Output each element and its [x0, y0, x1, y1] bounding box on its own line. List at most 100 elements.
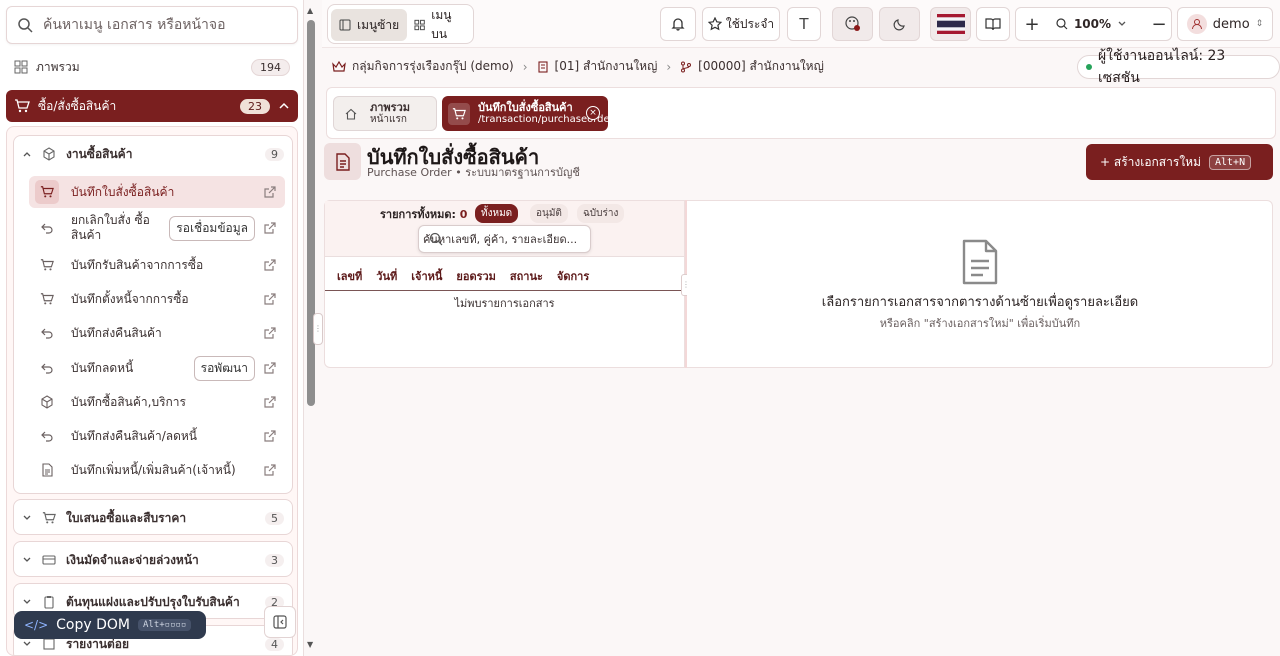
- dark-mode-button[interactable]: [879, 7, 920, 41]
- external-link-icon[interactable]: [263, 395, 277, 409]
- scrollbar-thumb[interactable]: [307, 20, 315, 406]
- tab-purchase-order[interactable]: บันทึกใบสั่งซื้อสินค้า /transaction/purc…: [442, 96, 608, 131]
- column-header[interactable]: สถานะ: [510, 267, 543, 285]
- sidebar-item-overview[interactable]: ภาพรวม 194: [14, 57, 290, 77]
- external-link-icon[interactable]: [263, 361, 277, 375]
- text-size-button[interactable]: T: [787, 7, 821, 41]
- scroll-up-icon[interactable]: ▲: [307, 6, 313, 15]
- document-icon: [962, 239, 998, 285]
- card-icon: [40, 551, 58, 569]
- filter-all[interactable]: ทั้งหมด: [475, 204, 519, 223]
- menu-item-debit-increase[interactable]: บันทึกเพิ่มหนี้/เพิ่มสินค้า(เจ้าหนี้): [29, 454, 285, 486]
- empty-list-message: ไม่พบรายการเอกสาร: [454, 297, 555, 310]
- sidebar-resize-handle[interactable]: ⋮: [313, 313, 323, 345]
- menu-item-purchase-services[interactable]: บันทึกซื้อสินค้า,บริการ: [29, 386, 285, 418]
- zoom-level[interactable]: 100%: [1074, 17, 1111, 31]
- sidebar-group-panel: งานซื้อสินค้า 9 บันทึกใบสั่งซื้อสินค้า ย…: [6, 126, 298, 656]
- zoom-in-button[interactable]: +: [1016, 14, 1048, 35]
- star-icon: [707, 17, 722, 31]
- count-badge: 4: [265, 637, 284, 651]
- notifications-button[interactable]: [660, 7, 696, 41]
- column-header[interactable]: เลขที่: [337, 267, 362, 285]
- menu-item-label: บันทึกใบสั่งซื้อสินค้า: [71, 184, 175, 199]
- sidebar: ภาพรวม 194 ซื้อ/สั่งซื้อสินค้า 23 งานซื้…: [0, 0, 304, 656]
- chevron-up-icon: [279, 102, 289, 109]
- list-search-input[interactable]: [423, 232, 583, 246]
- palette-icon: [844, 16, 860, 31]
- menu-item-label: บันทึกตั้งหนี้จากการซื้อ: [71, 291, 189, 306]
- text-size-label: T: [799, 15, 809, 33]
- menu-item-label: ยกเลิกใบสั่ง ซื้อสินค้า: [71, 213, 150, 242]
- external-link-icon[interactable]: [263, 326, 277, 340]
- cart-icon: [448, 102, 470, 125]
- create-label: + สร้างเอกสารใหม่: [1100, 154, 1201, 169]
- external-link-icon[interactable]: [263, 429, 277, 443]
- mode-top-label: เมนูบน: [431, 8, 452, 41]
- subgroup-quotation[interactable]: ใบเสนอซื้อและสืบราคา 5: [13, 499, 293, 535]
- column-header[interactable]: เจ้าหนี้: [411, 267, 442, 285]
- menu-mode-toggle: เมนูซ้าย เมนูบน: [327, 4, 474, 44]
- breadcrumb-office[interactable]: [00000] สำนักงานใหญ่: [698, 57, 824, 76]
- external-link-icon[interactable]: [263, 258, 277, 272]
- shortcut-hint: Alt+▫▫▫▫: [138, 619, 192, 631]
- book-button[interactable]: [976, 7, 1010, 41]
- crown-icon: [332, 60, 346, 72]
- mode-left-label: เมนูซ้าย: [357, 17, 400, 32]
- favorites-button[interactable]: ใช้ประจำ: [702, 7, 780, 41]
- menu-item-cancel-po[interactable]: ยกเลิกใบสั่ง ซื้อสินค้า รอเชื่อมข้อมูล: [29, 211, 285, 245]
- tab-overview[interactable]: ภาพรวม หน้าแรก: [333, 96, 437, 131]
- menu-item-label: บันทึกรับสินค้าจากการซื้อ: [71, 257, 204, 272]
- subgroup-label: ต้นทุนแฝงและปรับปรุงใบรับสินค้า: [66, 594, 240, 609]
- mode-left-button[interactable]: เมนูซ้าย: [331, 9, 408, 41]
- menu-item-purchase-order[interactable]: บันทึกใบสั่งซื้อสินค้า: [29, 176, 285, 208]
- breadcrumb-company[interactable]: กลุ่มกิจการรุ่งเรืองกรุ๊ป (demo): [352, 57, 514, 76]
- total-count-label: รายการทั้งหมด:: [380, 208, 456, 221]
- cart-icon: [35, 253, 59, 277]
- menu-item-debit-reduction[interactable]: บันทึกลดหนี้ รอพัฒนา: [29, 352, 285, 384]
- sidebar-group-purchase[interactable]: ซื้อ/สั่งซื้อสินค้า 23: [6, 90, 298, 122]
- menu-item-label: บันทึกซื้อสินค้า,บริการ: [71, 394, 186, 409]
- search-icon: [18, 18, 33, 33]
- subgroup-deposits[interactable]: เงินมัดจำและจ่ายล่วงหน้า 3: [13, 541, 293, 577]
- close-tab-icon[interactable]: ×: [586, 106, 600, 120]
- home-icon: [340, 103, 362, 125]
- mode-top-button[interactable]: เมนูบน: [406, 8, 473, 41]
- column-header[interactable]: วันที่: [376, 267, 397, 285]
- menu-search-box[interactable]: [6, 6, 298, 44]
- grid-icon: [14, 60, 28, 74]
- tab-title: ภาพรวม: [370, 101, 411, 114]
- filter-approved[interactable]: อนุมัติ: [530, 204, 568, 223]
- chevron-right-icon: ›: [522, 59, 528, 74]
- collapse-sidebar-button[interactable]: [264, 606, 296, 638]
- create-document-button[interactable]: + สร้างเอกสารใหม่ Alt+N: [1086, 144, 1273, 180]
- menu-search-input[interactable]: [43, 17, 273, 33]
- menu-item-return-goods[interactable]: บันทึกส่งคืนสินค้า: [29, 317, 285, 349]
- copy-dom-button[interactable]: </> Copy DOM Alt+▫▫▫▫: [14, 611, 206, 639]
- thai-flag-icon: [936, 14, 965, 34]
- scroll-down-icon[interactable]: ▼: [307, 640, 313, 649]
- subgroup-header[interactable]: งานซื้อสินค้า 9: [14, 136, 292, 172]
- external-link-icon[interactable]: [263, 185, 277, 199]
- filter-draft[interactable]: ฉบับร่าง: [577, 204, 625, 223]
- theme-color-button[interactable]: [832, 7, 873, 41]
- menu-item-return-credit[interactable]: บันทึกส่งคืนสินค้า/ลดหนี้: [29, 420, 285, 452]
- language-button[interactable]: [930, 7, 971, 41]
- column-header[interactable]: ยอดรวม: [456, 267, 496, 285]
- count-badge: 3: [265, 553, 284, 567]
- zoom-control: + 100% −: [1015, 7, 1172, 41]
- external-link-icon[interactable]: [263, 221, 277, 235]
- zoom-icon: [1056, 18, 1068, 30]
- user-menu-button[interactable]: demo ⇕: [1177, 7, 1273, 41]
- menu-item-record-payable[interactable]: บันทึกตั้งหนี้จากการซื้อ: [29, 283, 285, 315]
- external-link-icon[interactable]: [263, 463, 277, 477]
- external-link-icon[interactable]: [263, 292, 277, 306]
- breadcrumb-branch[interactable]: [01] สำนักงานใหญ่: [555, 57, 658, 76]
- menu-item-label: บันทึกส่งคืนสินค้า: [71, 325, 162, 340]
- undo-icon: [35, 321, 59, 345]
- sidebar-group-label: ซื้อ/สั่งซื้อสินค้า: [38, 98, 117, 113]
- menu-item-receive-goods[interactable]: บันทึกรับสินค้าจากการซื้อ: [29, 249, 285, 281]
- zoom-out-button[interactable]: −: [1147, 14, 1171, 35]
- list-search-box[interactable]: [418, 225, 591, 253]
- online-dot-icon: [1086, 64, 1092, 70]
- document-detail-panel: เลือกรายการเอกสารจากตารางด้านซ้ายเพื่อดู…: [687, 200, 1273, 368]
